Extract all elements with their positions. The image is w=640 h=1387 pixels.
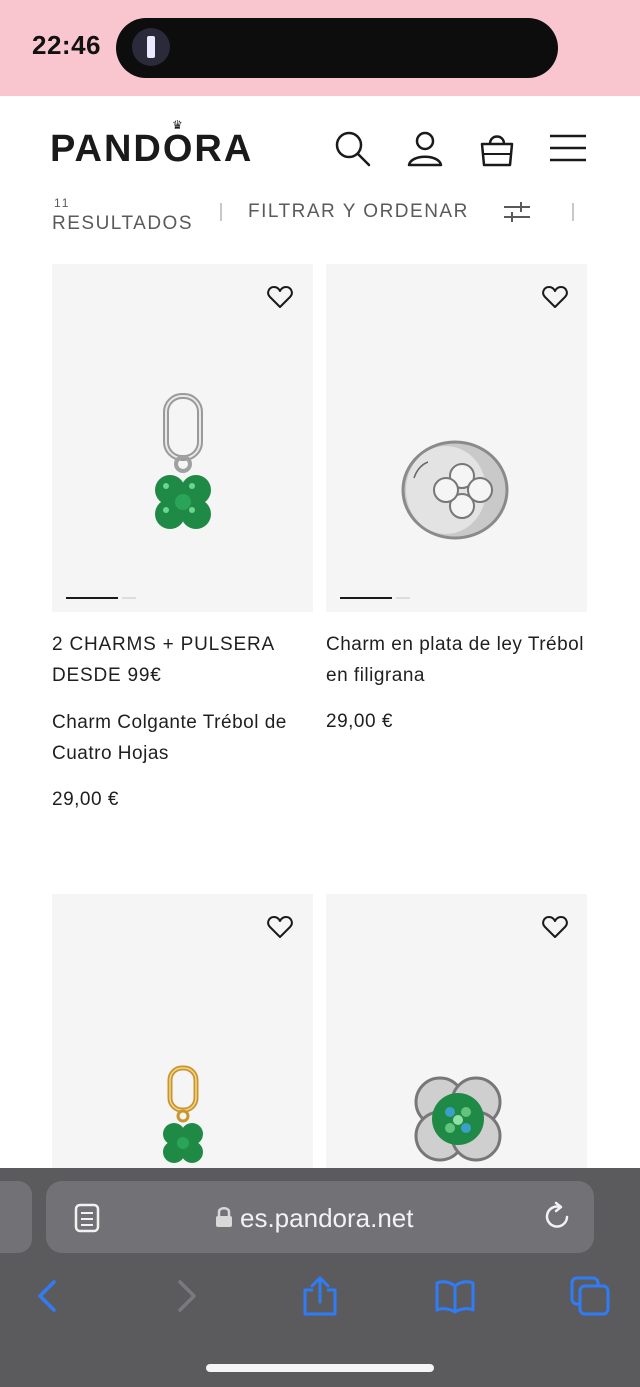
- toolbar-divider: [220, 203, 222, 221]
- share-icon[interactable]: [300, 1276, 340, 1316]
- wishlist-heart-icon[interactable]: [542, 285, 568, 309]
- pandora-logo[interactable]: PANDORA: [50, 128, 253, 171]
- product-name[interactable]: Charm Colgante Trébol de Cuatro Hojas: [52, 707, 312, 769]
- results-count: 11: [54, 196, 71, 210]
- filigree-clover-charm-image: [401, 440, 509, 540]
- previous-tab-preview[interactable]: [0, 1181, 32, 1253]
- clover-dangle-charm-image: [155, 393, 211, 529]
- sparkling-clover-charm-image: [414, 1076, 502, 1162]
- account-icon[interactable]: [405, 128, 445, 168]
- reader-icon[interactable]: [72, 1201, 102, 1235]
- product-image[interactable]: [326, 264, 587, 612]
- results-label: RESULTADOS: [52, 213, 193, 234]
- wishlist-heart-icon[interactable]: [267, 915, 293, 939]
- wishlist-heart-icon[interactable]: [267, 285, 293, 309]
- product-name[interactable]: Charm en plata de ley Trébol en filigran…: [326, 629, 586, 691]
- status-time: 22:46: [32, 30, 101, 60]
- reload-icon[interactable]: [543, 1201, 573, 1233]
- lock-icon: [216, 1207, 232, 1227]
- product-price: 29,00 €: [52, 789, 119, 810]
- image-carousel-indicator: [340, 597, 412, 599]
- bookmarks-icon[interactable]: [435, 1276, 475, 1316]
- flashlight-icon: [132, 28, 170, 66]
- bag-icon[interactable]: [477, 128, 517, 168]
- promo-text: 2 CHARMS + PULSERA DESDE 99€: [52, 634, 274, 686]
- url-text[interactable]: es.pandora.net: [240, 1203, 413, 1234]
- forward-icon: [178, 1280, 196, 1312]
- crown-icon: ♛: [172, 118, 183, 132]
- toolbar-divider: [572, 203, 574, 221]
- product-price: 29,00 €: [326, 711, 393, 732]
- filter-sliders-icon[interactable]: [502, 200, 532, 224]
- back-icon[interactable]: [28, 1276, 68, 1316]
- wishlist-heart-icon[interactable]: [542, 915, 568, 939]
- search-icon[interactable]: [332, 128, 372, 168]
- image-carousel-indicator: [66, 597, 138, 599]
- menu-icon[interactable]: [548, 128, 588, 168]
- status-bar: 22:46: [0, 0, 640, 96]
- filter-sort-button[interactable]: FILTRAR Y ORDENAR: [248, 201, 469, 223]
- dynamic-island: [116, 18, 558, 78]
- gold-clover-dangle-charm-image: [163, 1065, 203, 1163]
- product-image[interactable]: [52, 264, 313, 612]
- home-indicator[interactable]: [206, 1364, 434, 1372]
- tabs-icon[interactable]: [570, 1276, 610, 1316]
